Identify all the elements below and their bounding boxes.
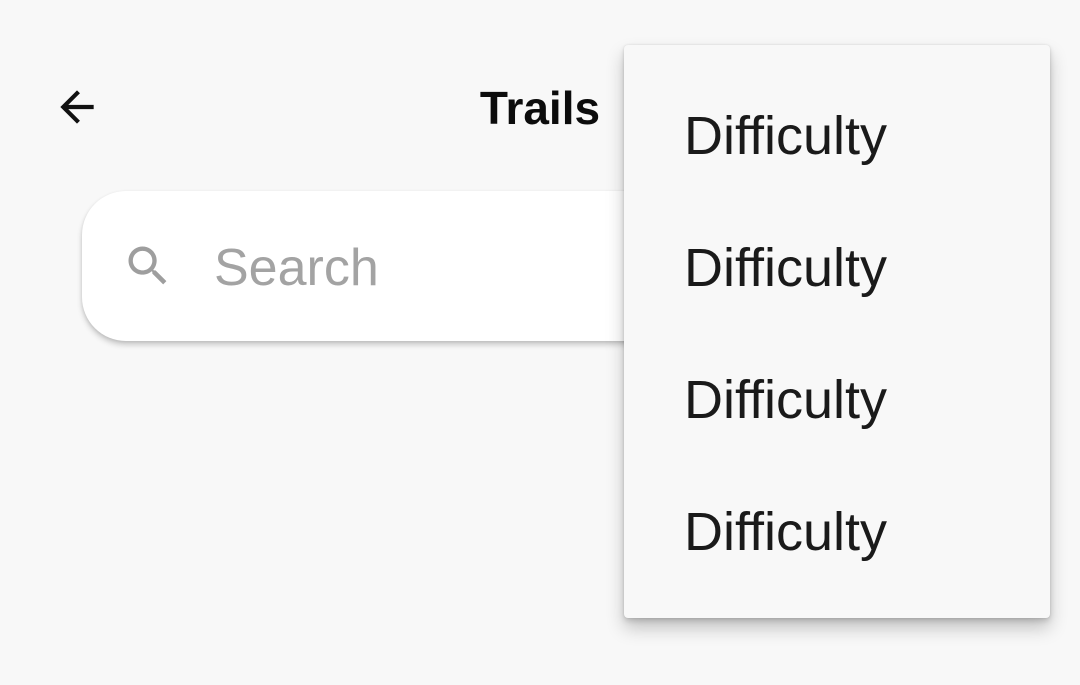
dropdown-menu: Difficulty Difficulty Difficulty Difficu… xyxy=(624,45,1050,618)
search-input[interactable] xyxy=(214,228,594,308)
menu-item-difficulty[interactable]: Difficulty xyxy=(624,334,1050,466)
search-icon xyxy=(128,246,167,285)
menu-item-difficulty[interactable]: Difficulty xyxy=(624,466,1050,598)
menu-item-difficulty[interactable]: Difficulty xyxy=(624,202,1050,334)
menu-item-difficulty[interactable]: Difficulty xyxy=(624,70,1050,202)
